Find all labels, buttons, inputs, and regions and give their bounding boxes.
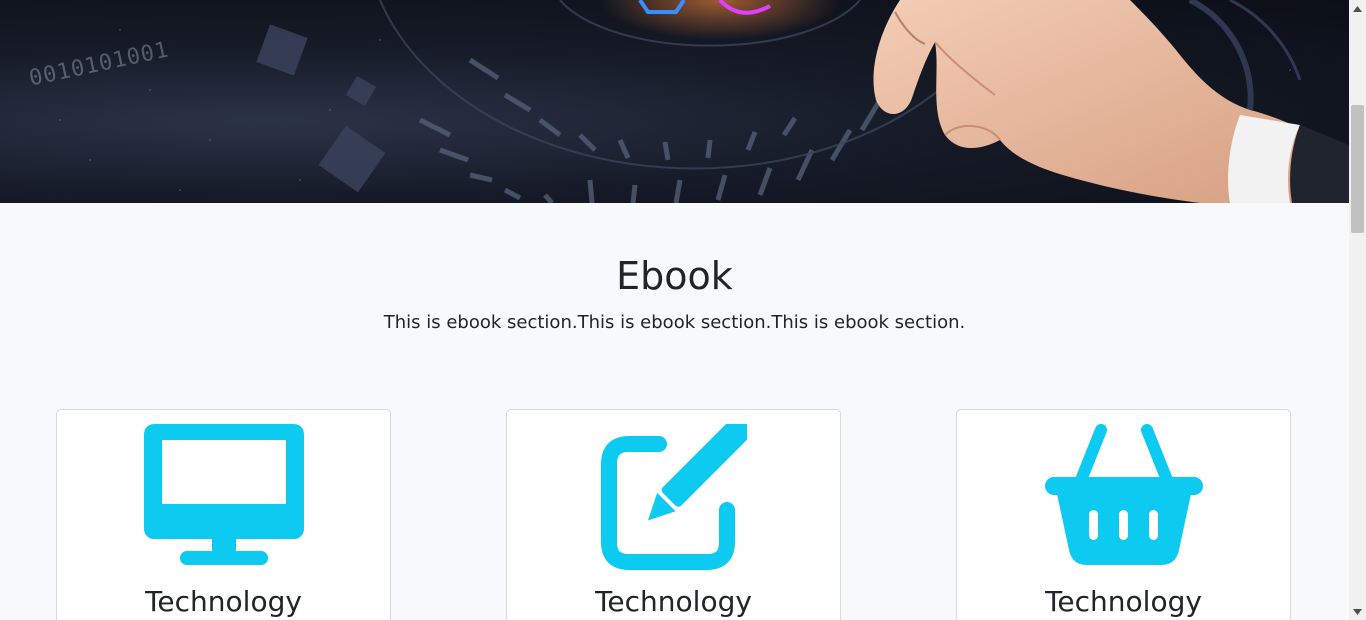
page: 0010101001 Ebook This is ebook section.T… (0, 0, 1349, 620)
section-subtitle: This is ebook section.This is ebook sect… (383, 312, 966, 333)
hero-tech-graphic (59, 0, 1349, 203)
desktop-monitor-icon (57, 424, 390, 570)
card-title: Technology (1045, 585, 1202, 618)
shopping-basket-icon (957, 424, 1290, 570)
browser-viewport: 0010101001 Ebook This is ebook section.T… (0, 0, 1366, 620)
scroll-down-arrow-icon[interactable] (1349, 603, 1366, 620)
vertical-scrollbar[interactable] (1349, 0, 1366, 620)
ebook-card[interactable]: Technology (56, 409, 391, 620)
card-title: Technology (595, 585, 752, 618)
scroll-thumb[interactable] (1351, 105, 1364, 233)
hero-banner: 0010101001 (0, 0, 1349, 203)
card-title: Technology (145, 585, 302, 618)
ebook-card[interactable]: Technology (506, 409, 841, 620)
scroll-up-arrow-icon[interactable] (1349, 0, 1366, 17)
ebook-card[interactable]: Technology (956, 409, 1291, 620)
section-title: Ebook (616, 254, 733, 298)
edit-pencil-icon (507, 424, 840, 570)
